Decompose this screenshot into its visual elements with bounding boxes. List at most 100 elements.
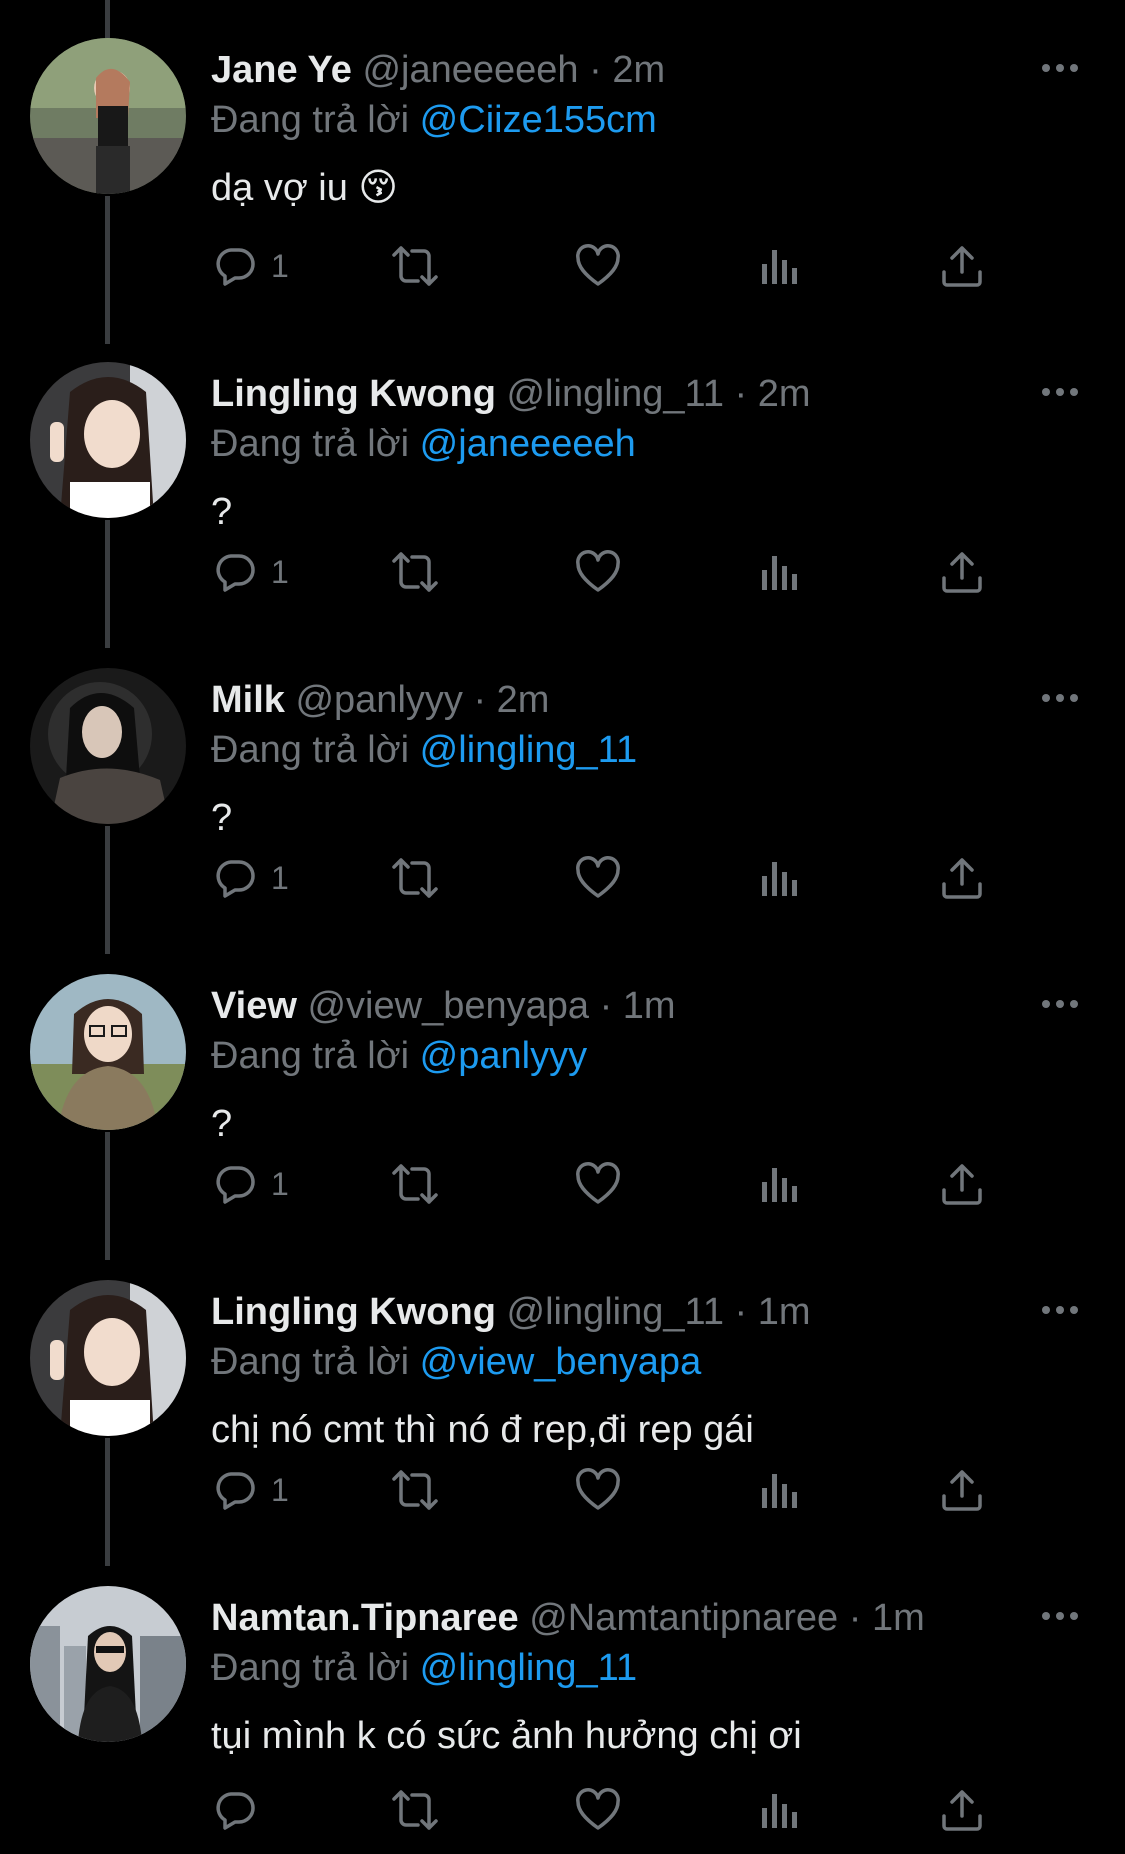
tweet[interactable]: Milk @panlyyy · 2m Đang trả lời @linglin… [0, 610, 1125, 936]
retweet-button[interactable] [391, 1460, 439, 1520]
reply-count: 1 [271, 859, 289, 896]
heart-icon [576, 856, 620, 898]
more-icon[interactable] [1038, 370, 1082, 414]
share-button[interactable] [938, 1154, 986, 1214]
thread-line [105, 1528, 110, 1566]
replying-to-handle[interactable]: @view_benyapa [420, 1341, 702, 1383]
thread-line [105, 610, 110, 648]
tweet-header: Namtan.Tipnaree @Namtantipnaree · 1m [211, 1594, 925, 1642]
more-icon[interactable] [1038, 982, 1082, 1026]
reply-button[interactable]: 1 [211, 236, 289, 296]
avatar[interactable] [30, 38, 186, 194]
retweet-button[interactable] [391, 542, 439, 602]
display-name[interactable]: View [211, 985, 297, 1027]
tweet-header: Lingling Kwong @lingling_11 · 2m [211, 370, 811, 418]
user-handle[interactable]: @Namtantipnaree [529, 1597, 838, 1639]
replying-to: Đang trả lời @Ciize155cm [211, 96, 657, 144]
replying-to-label: Đang trả lời [211, 99, 410, 141]
timestamp[interactable]: 1m [758, 1291, 811, 1333]
views-button[interactable] [756, 1780, 804, 1840]
thread-line [105, 196, 110, 306]
thread-line [105, 916, 110, 954]
share-button[interactable] [938, 1460, 986, 1520]
share-button[interactable] [938, 1780, 986, 1840]
user-handle[interactable]: @janeeeeeh [362, 49, 578, 91]
separator-dot: · [723, 373, 758, 415]
like-button[interactable] [574, 236, 622, 296]
avatar[interactable] [30, 668, 186, 824]
display-name[interactable]: Namtan.Tipnaree [211, 1597, 519, 1639]
like-button[interactable] [574, 848, 622, 908]
avatar[interactable] [30, 1280, 186, 1436]
replying-to-handle[interactable]: @lingling_11 [420, 729, 637, 771]
views-icon [762, 1794, 797, 1828]
like-button[interactable] [574, 1460, 622, 1520]
share-icon [942, 1470, 982, 1511]
display-name[interactable]: Jane Ye [211, 49, 352, 91]
like-button[interactable] [574, 1154, 622, 1214]
views-button[interactable] [756, 1154, 804, 1214]
retweet-button[interactable] [391, 1154, 439, 1214]
tweet[interactable]: Jane Ye @janeeeeeh · 2m Đang trả lời @Ci… [0, 0, 1125, 306]
replying-to-handle[interactable]: @Ciize155cm [420, 99, 657, 141]
timestamp[interactable]: 1m [623, 985, 676, 1027]
reply-thread: Jane Ye @janeeeeeh · 2m Đang trả lời @Ci… [0, 0, 1125, 1854]
display-name[interactable]: Lingling Kwong [211, 1291, 496, 1333]
like-button[interactable] [574, 542, 622, 602]
timestamp[interactable]: 2m [758, 373, 811, 415]
retweet-button[interactable] [391, 848, 439, 908]
reply-button[interactable]: 1 [211, 1154, 289, 1214]
user-handle[interactable]: @lingling_11 [507, 373, 724, 415]
reply-icon [216, 554, 255, 592]
reply-count: 1 [271, 247, 289, 284]
views-button[interactable] [756, 848, 804, 908]
tweet-text: dạ vợ iu 😚 [211, 167, 399, 209]
action-bar: 1 [211, 542, 1011, 602]
more-icon[interactable] [1038, 1594, 1082, 1638]
tweet[interactable]: Lingling Kwong @lingling_11 · 2m Đang tr… [0, 306, 1125, 630]
display-name[interactable]: Milk [211, 679, 285, 721]
tweet[interactable]: Namtan.Tipnaree @Namtantipnaree · 1m Đan… [0, 1528, 1125, 1854]
tweet-header: Lingling Kwong @lingling_11 · 1m [211, 1288, 811, 1336]
views-button[interactable] [756, 1460, 804, 1520]
replying-to-label: Đang trả lời [211, 1341, 410, 1383]
views-button[interactable] [756, 236, 804, 296]
like-button[interactable] [574, 1780, 622, 1840]
reply-icon [216, 248, 255, 286]
reply-button[interactable]: 1 [211, 848, 289, 908]
user-handle[interactable]: @view_benyapa [307, 985, 589, 1027]
reply-button[interactable]: 1 [211, 1460, 289, 1520]
views-icon [762, 1168, 797, 1202]
tweet-text: ? [211, 491, 233, 533]
timestamp[interactable]: 2m [497, 679, 550, 721]
tweet[interactable]: Lingling Kwong @lingling_11 · 1m Đang tr… [0, 1222, 1125, 1548]
reply-button[interactable]: 1 [211, 542, 289, 602]
display-name[interactable]: Lingling Kwong [211, 373, 496, 415]
retweet-button[interactable] [391, 236, 439, 296]
separator-dot: · [462, 679, 497, 721]
tweet[interactable]: View @view_benyapa · 1m Đang trả lời @pa… [0, 916, 1125, 1242]
avatar[interactable] [30, 974, 186, 1130]
share-icon [942, 1164, 982, 1205]
action-bar: 1 [211, 848, 1011, 908]
replying-to-handle[interactable]: @lingling_11 [420, 1647, 637, 1689]
user-handle[interactable]: @panlyyy [295, 679, 462, 721]
heart-icon [576, 1788, 620, 1830]
views-button[interactable] [756, 542, 804, 602]
more-icon[interactable] [1038, 676, 1082, 720]
retweet-button[interactable] [391, 1780, 439, 1840]
timestamp[interactable]: 1m [872, 1597, 925, 1639]
timestamp[interactable]: 2m [612, 49, 665, 91]
user-handle[interactable]: @lingling_11 [507, 1291, 724, 1333]
retweet-icon [392, 246, 438, 286]
more-icon[interactable] [1038, 1288, 1082, 1332]
share-button[interactable] [938, 236, 986, 296]
share-button[interactable] [938, 542, 986, 602]
avatar[interactable] [30, 1586, 186, 1742]
more-icon[interactable] [1038, 46, 1082, 90]
replying-to-handle[interactable]: @panlyyy [420, 1035, 587, 1077]
share-button[interactable] [938, 848, 986, 908]
reply-button[interactable] [211, 1780, 271, 1840]
replying-to-handle[interactable]: @janeeeeeh [420, 423, 636, 465]
avatar[interactable] [30, 362, 186, 518]
